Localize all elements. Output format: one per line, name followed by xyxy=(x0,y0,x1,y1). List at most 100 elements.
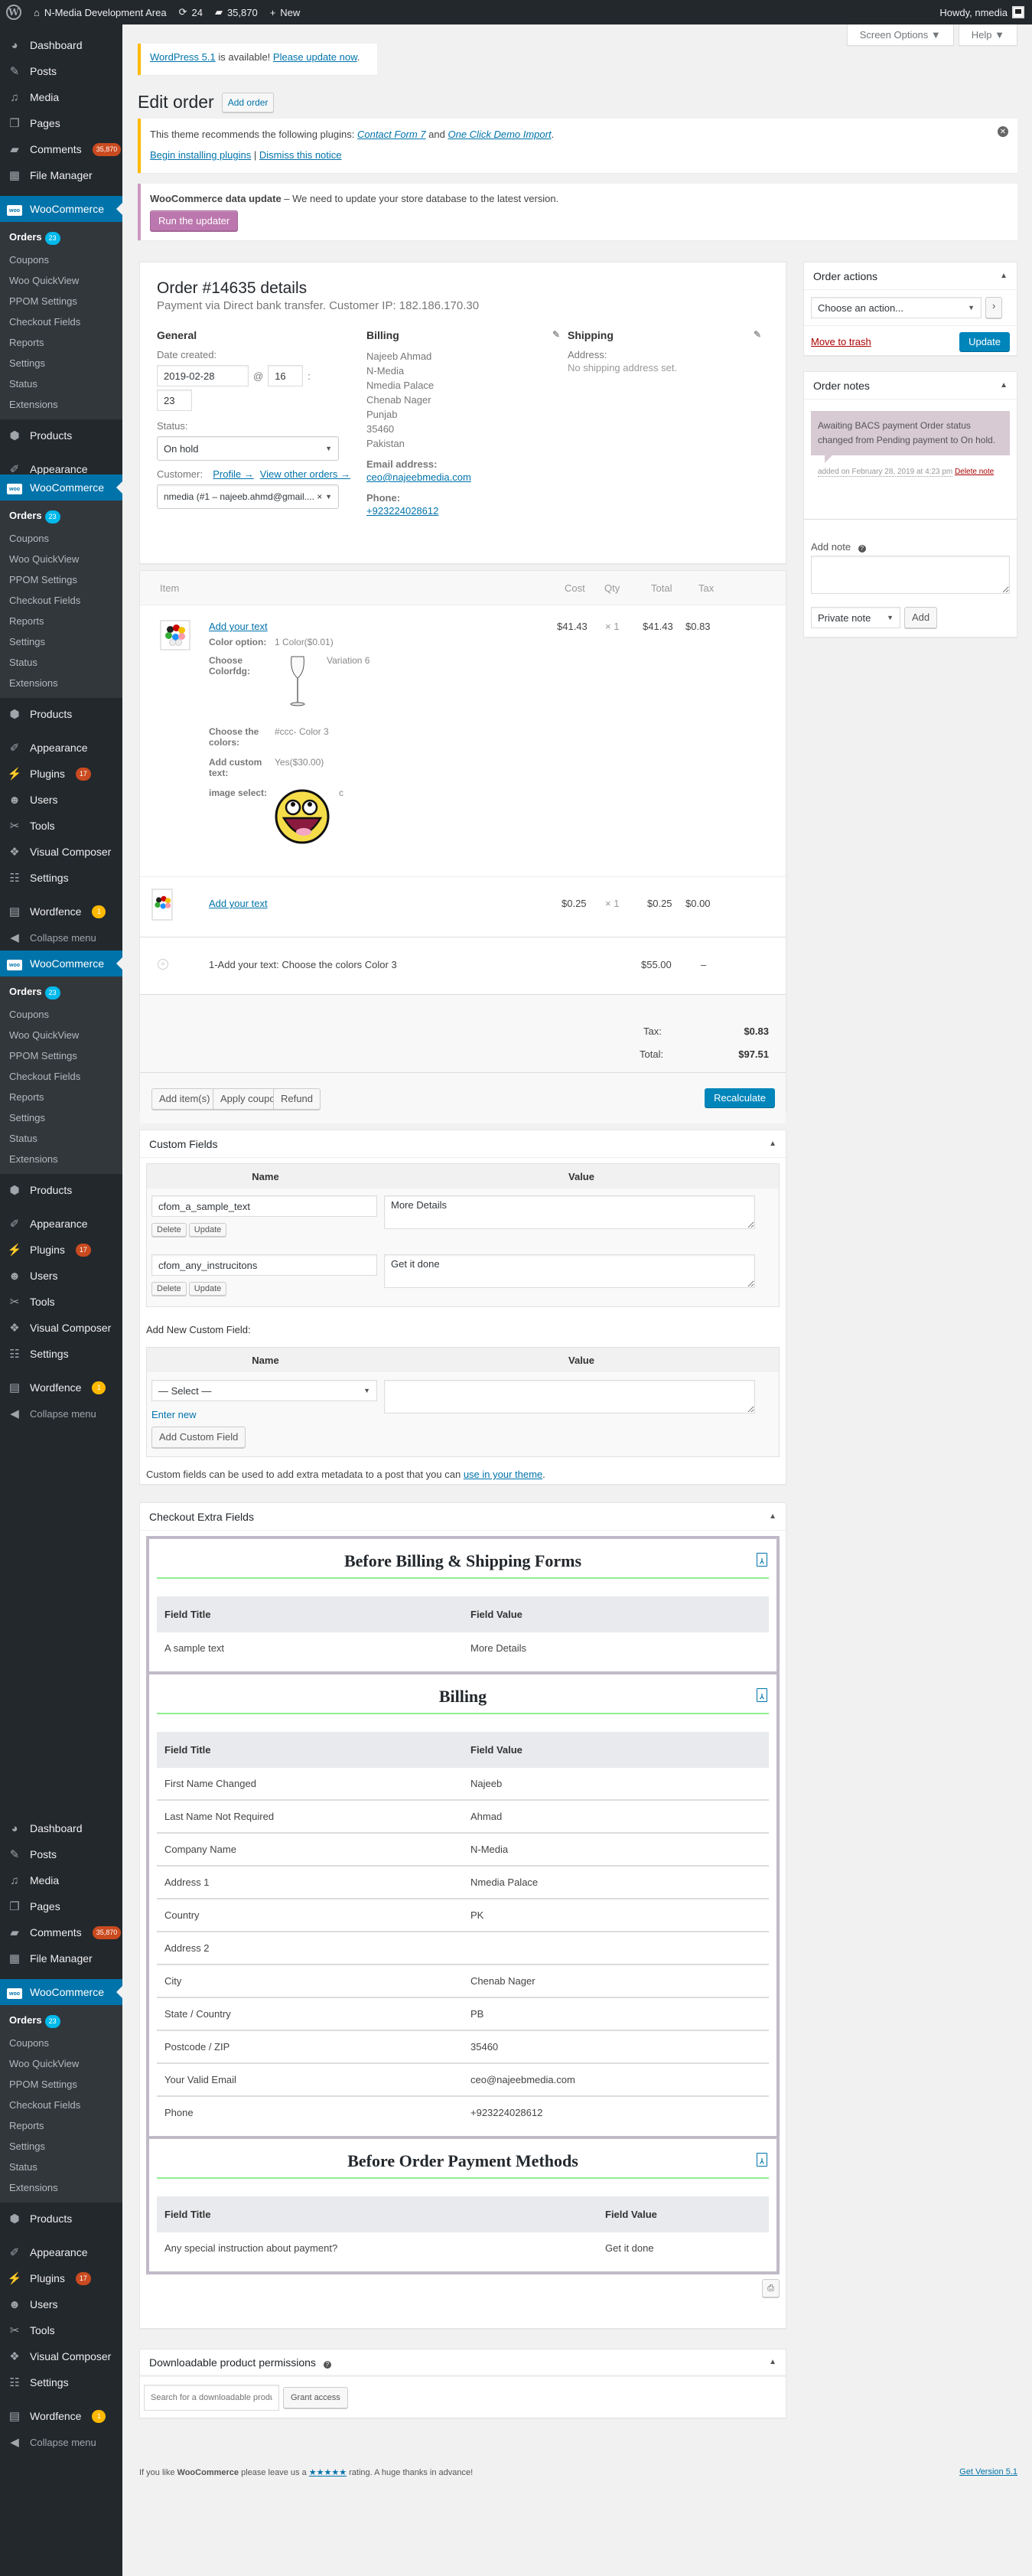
custom-field-key-input[interactable] xyxy=(151,1195,377,1217)
menu-item-media[interactable]: ♫ Media xyxy=(0,84,122,110)
help-icon[interactable]: ? xyxy=(858,545,866,553)
menu-item-file-manager[interactable]: ▦ File Manager xyxy=(0,162,122,188)
custom-field-value-textarea[interactable]: Get it done xyxy=(384,1254,755,1288)
collapse-toggle-icon[interactable]: ▲ xyxy=(1000,272,1008,280)
submenu-item-coupons[interactable]: Coupons xyxy=(0,249,122,270)
menu-item-tools[interactable]: ✂Tools xyxy=(0,2317,122,2343)
order-date-input[interactable] xyxy=(157,365,249,386)
recalculate-button[interactable]: Recalculate xyxy=(705,1088,775,1107)
menu-item-visual-composer[interactable]: ❖Visual Composer xyxy=(0,1315,122,1341)
menu-item-posts[interactable]: ✎ Posts xyxy=(0,58,122,84)
help-icon[interactable]: ? xyxy=(323,2360,331,2369)
move-to-trash-link[interactable]: Move to trash xyxy=(811,336,871,347)
menu-item-dashboard[interactable]: ◕ Dashboard xyxy=(0,32,122,58)
submenu-item-settings[interactable]: Settings xyxy=(0,2136,122,2157)
submenu-item-checkout-fields[interactable]: Checkout Fields xyxy=(0,2095,122,2115)
menu-item-products[interactable]: ⬢ Products xyxy=(0,2206,122,2232)
submenu-item-ppom-settings[interactable]: PPOM Settings xyxy=(0,291,122,311)
collapse-menu-button[interactable]: ◀Collapse menu xyxy=(0,2429,122,2455)
apply-action-button[interactable]: › xyxy=(985,297,1003,318)
menu-item-wordfence[interactable]: ▤Wordfence1 xyxy=(0,1374,122,1400)
menu-item-plugins[interactable]: ⚡Plugins17 xyxy=(0,2265,122,2291)
submenu-item-status[interactable]: Status xyxy=(0,373,122,394)
downloadable-product-search[interactable] xyxy=(144,2385,279,2411)
submenu-item-ppom-settings[interactable]: PPOM Settings xyxy=(0,2074,122,2095)
submenu-item-ppom-settings[interactable]: PPOM Settings xyxy=(0,569,122,590)
update-now-link[interactable]: Please update now xyxy=(273,51,357,63)
submenu-item-extensions[interactable]: Extensions xyxy=(0,673,122,693)
custom-field-key-select[interactable]: — Select — ▼ xyxy=(151,1380,377,1401)
menu-item-tools[interactable]: ✂Tools xyxy=(0,1289,122,1315)
menu-item-wordfence[interactable]: ▤Wordfence1 xyxy=(0,2403,122,2429)
submenu-item-orders[interactable]: Orders 23 xyxy=(0,981,122,1004)
view-other-orders-link[interactable]: View other orders → xyxy=(260,468,350,480)
delete-note-link[interactable]: Delete note xyxy=(955,468,994,476)
order-actions-header[interactable]: Order actions ▲ xyxy=(804,262,1017,290)
order-minute-input[interactable] xyxy=(157,390,192,411)
menu-item-products[interactable]: ⬢ Products xyxy=(0,422,122,448)
dismiss-notice-link[interactable]: Dismiss this notice xyxy=(259,149,342,161)
menu-item-settings[interactable]: ☷Settings xyxy=(0,1341,122,1367)
custom-field-value-textarea[interactable] xyxy=(384,1380,755,1414)
submenu-item-ppom-settings[interactable]: PPOM Settings xyxy=(0,1045,122,1066)
export-pdf-button[interactable]: ⎙ xyxy=(762,2279,780,2297)
menu-item-appearance[interactable]: ✐ Appearance xyxy=(0,735,122,761)
delete-custom-field-button[interactable]: Delete xyxy=(151,1282,187,1296)
submenu-item-reports[interactable]: Reports xyxy=(0,332,122,353)
refund-button[interactable]: Refund xyxy=(273,1088,321,1110)
screen-options-button[interactable]: Screen Options ▼ xyxy=(846,24,954,46)
order-status-select[interactable]: On hold ▼ xyxy=(157,436,339,461)
submenu-item-settings[interactable]: Settings xyxy=(0,631,122,652)
submenu-item-reports[interactable]: Reports xyxy=(0,2115,122,2136)
menu-item-visual-composer[interactable]: ❖Visual Composer xyxy=(0,839,122,865)
submenu-item-checkout-fields[interactable]: Checkout Fields xyxy=(0,590,122,611)
pdf-icon[interactable]: ⅄ xyxy=(757,2153,767,2167)
submenu-item-reports[interactable]: Reports xyxy=(0,1087,122,1107)
submenu-item-woo-quickview[interactable]: Woo QuickView xyxy=(0,270,122,291)
pdf-icon[interactable]: ⅄ xyxy=(757,1688,767,1702)
menu-item-woocommerce[interactable]: woo WooCommerce xyxy=(0,1979,122,2005)
menu-item-users[interactable]: ☻Users xyxy=(0,2291,122,2317)
billing-email-link[interactable]: ceo@najeebmedia.com xyxy=(366,471,560,483)
menu-item-file-manager[interactable]: ▦ File Manager xyxy=(0,1945,122,1971)
menu-item-woocommerce[interactable]: woo WooCommerce xyxy=(0,196,122,222)
add-note-button[interactable]: Add xyxy=(904,607,938,628)
submenu-item-status[interactable]: Status xyxy=(0,2157,122,2177)
close-icon[interactable]: ✕ xyxy=(998,126,1008,137)
custom-fields-header[interactable]: Custom Fields ▲ xyxy=(140,1130,786,1158)
menu-item-woocommerce[interactable]: woo WooCommerce xyxy=(0,474,122,501)
add-note-textarea[interactable] xyxy=(811,556,1010,594)
checkout-extra-fields-header[interactable]: Checkout Extra Fields ▲ xyxy=(140,1503,786,1531)
menu-item-pages[interactable]: ❐ Pages xyxy=(0,1893,122,1919)
my-account-menu[interactable]: Howdy, nmedia xyxy=(939,6,1032,18)
wp-logo-menu[interactable]: W xyxy=(0,0,28,24)
menu-item-settings[interactable]: ☷Settings xyxy=(0,865,122,891)
enter-new-link[interactable]: Enter new xyxy=(151,1409,377,1420)
submenu-item-extensions[interactable]: Extensions xyxy=(0,1149,122,1169)
collapse-menu-button[interactable]: ◀Collapse menu xyxy=(0,924,122,951)
submenu-item-settings[interactable]: Settings xyxy=(0,353,122,373)
submenu-item-status[interactable]: Status xyxy=(0,1128,122,1149)
downloadable-permissions-header[interactable]: Downloadable product permissions ? ▲ xyxy=(140,2349,786,2377)
submenu-item-woo-quickview[interactable]: Woo QuickView xyxy=(0,549,122,569)
menu-item-users[interactable]: ☻Users xyxy=(0,1263,122,1289)
get-version-link[interactable]: Get Version 5.1 xyxy=(959,2467,1017,2477)
submenu-item-woo-quickview[interactable]: Woo QuickView xyxy=(0,2053,122,2074)
new-content-link[interactable]: + New xyxy=(264,0,307,24)
site-name-link[interactable]: ⌂ N-Media Development Area xyxy=(28,0,173,24)
customer-profile-link[interactable]: Profile → xyxy=(213,468,253,480)
order-notes-header[interactable]: Order notes ▲ xyxy=(804,372,1017,399)
begin-installing-link[interactable]: Begin installing plugins xyxy=(150,149,251,161)
submenu-item-orders[interactable]: Orders 23 xyxy=(0,2010,122,2033)
order-action-select[interactable]: Choose an action... ▼ xyxy=(811,297,982,318)
custom-field-key-input[interactable] xyxy=(151,1254,377,1276)
submenu-item-status[interactable]: Status xyxy=(0,652,122,673)
menu-item-pages[interactable]: ❐ Pages xyxy=(0,110,122,136)
collapse-toggle-icon[interactable]: ▲ xyxy=(769,2358,776,2366)
menu-item-dashboard[interactable]: ◕ Dashboard xyxy=(0,1815,122,1841)
customer-select[interactable]: nmedia (#1 – najeeb.ahmd@gmail.... × ▼ xyxy=(157,484,339,509)
submenu-item-checkout-fields[interactable]: Checkout Fields xyxy=(0,1066,122,1087)
item-name-link[interactable]: Add your text xyxy=(209,621,268,632)
submenu-item-woo-quickview[interactable]: Woo QuickView xyxy=(0,1025,122,1045)
submenu-item-coupons[interactable]: Coupons xyxy=(0,528,122,549)
